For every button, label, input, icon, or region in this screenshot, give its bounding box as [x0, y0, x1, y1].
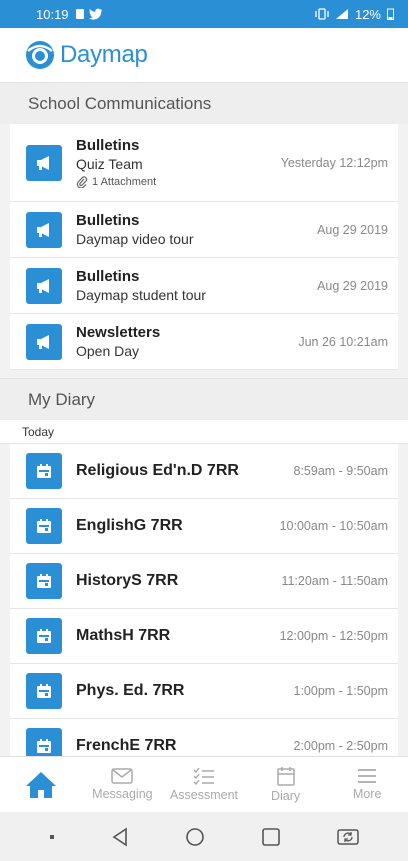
item-title: HistoryS 7RR: [76, 572, 179, 589]
item-title: FrenchE 7RR: [76, 737, 177, 754]
paperclip-icon: [76, 176, 88, 188]
communication-item[interactable]: Bulletins Daymap video tour Aug 29 2019: [10, 202, 398, 258]
battery-percent: 12%: [354, 6, 381, 22]
item-title: EnglishG 7RR: [76, 517, 183, 534]
home-button-icon[interactable]: [185, 827, 205, 847]
item-time: 11:20am - 11:50am: [281, 574, 388, 588]
communication-item[interactable]: Bulletins Daymap student tour Aug 29 201…: [10, 258, 398, 314]
battery-icon: [387, 8, 394, 20]
nav-label: More: [352, 787, 382, 801]
sim-icon: [75, 9, 84, 19]
recents-icon[interactable]: [261, 827, 281, 847]
megaphone-icon: [26, 211, 62, 248]
nav-home[interactable]: [0, 757, 82, 812]
calendar-icon: [26, 508, 62, 544]
back-icon[interactable]: [111, 827, 129, 847]
calendar-icon: [26, 453, 62, 489]
twitter-icon: [88, 8, 102, 20]
main-content[interactable]: School Communications Bulletins Quiz Tea…: [0, 82, 408, 756]
item-subtitle: Daymap student tour: [76, 287, 206, 303]
menu-icon: [358, 769, 377, 783]
item-subtitle: Open Day: [76, 343, 140, 359]
item-time: 8:59am - 9:50am: [293, 464, 389, 478]
envelope-icon: [111, 768, 134, 784]
diary-item[interactable]: Phys. Ed. 7RR 1:00pm - 1:50pm: [10, 664, 398, 719]
megaphone-icon: [26, 144, 62, 181]
nav-messaging[interactable]: Messaging: [82, 757, 164, 812]
item-time: Aug 29 2019: [317, 278, 388, 293]
diary-item[interactable]: HistoryS 7RR 11:20am - 11:50am: [10, 554, 398, 609]
megaphone-icon: [26, 323, 62, 360]
diary-item[interactable]: FrenchE 7RR 2:00pm - 2:50pm: [10, 719, 398, 756]
nav-assessment[interactable]: Assessment: [163, 757, 245, 812]
communication-item[interactable]: Bulletins Quiz Team 1 Attachment Yesterd…: [10, 124, 398, 202]
bottom-navigation: Messaging Assessment Diary More: [0, 756, 408, 812]
nav-diary[interactable]: Diary: [245, 757, 327, 812]
diary-item[interactable]: EnglishG 7RR 10:00am - 10:50am: [10, 499, 398, 554]
item-title: Phys. Ed. 7RR: [76, 682, 185, 699]
item-subtitle: Quiz Team: [76, 156, 143, 172]
diary-day-label: Today: [0, 420, 408, 444]
item-subtitle: Daymap video tour: [76, 231, 194, 247]
nav-label: Assessment: [169, 788, 239, 802]
item-title: Bulletins: [76, 268, 140, 285]
diary-item[interactable]: Religious Ed'n.D 7RR 8:59am - 9:50am: [10, 444, 398, 499]
item-title: Bulletins: [76, 137, 140, 154]
megaphone-icon: [26, 267, 62, 304]
communications-header: School Communications: [0, 82, 408, 124]
app-logo-text: Daymap: [60, 41, 148, 68]
item-title: Bulletins: [76, 212, 140, 229]
calendar-icon: [26, 618, 62, 654]
dot-icon: [49, 834, 54, 839]
diary-header: My Diary: [0, 378, 408, 420]
app-header: Daymap: [0, 28, 408, 82]
calendar-icon: [26, 673, 62, 709]
status-time: 10:19: [36, 6, 69, 22]
item-time: 2:00pm - 2:50pm: [293, 739, 389, 753]
vibrate-icon: [315, 8, 329, 20]
daymap-logo-icon: [26, 41, 54, 69]
item-time: Aug 29 2019: [317, 222, 388, 237]
item-time: 12:00pm - 12:50pm: [279, 629, 388, 643]
attachment-count: 1 Attachment: [92, 176, 157, 188]
nav-label: Messaging: [92, 787, 153, 801]
rotate-icon[interactable]: [336, 827, 360, 847]
item-time: Yesterday 12:12pm: [280, 155, 388, 170]
nav-more[interactable]: More: [326, 757, 408, 812]
signal-icon: [335, 9, 348, 19]
item-title: MathsH 7RR: [76, 627, 171, 644]
attachment-indicator[interactable]: 1 Attachment: [76, 176, 281, 188]
diary-item[interactable]: MathsH 7RR 12:00pm - 12:50pm: [10, 609, 398, 664]
checklist-icon: [193, 767, 214, 785]
item-time: 10:00am - 10:50am: [279, 519, 388, 533]
item-title: Religious Ed'n.D 7RR: [76, 462, 239, 479]
system-navigation-bar: [0, 812, 408, 861]
calendar-icon: [276, 767, 295, 786]
item-time: Jun 26 10:21am: [298, 334, 388, 349]
status-bar: 10:19 12%: [0, 0, 408, 28]
item-time: 1:00pm - 1:50pm: [293, 684, 389, 698]
communication-item[interactable]: Newsletters Open Day Jun 26 10:21am: [10, 314, 398, 370]
nav-label: Diary: [270, 789, 301, 803]
home-icon: [25, 771, 56, 798]
calendar-icon: [26, 563, 62, 599]
item-title: Newsletters: [76, 324, 161, 341]
calendar-icon: [26, 728, 62, 756]
